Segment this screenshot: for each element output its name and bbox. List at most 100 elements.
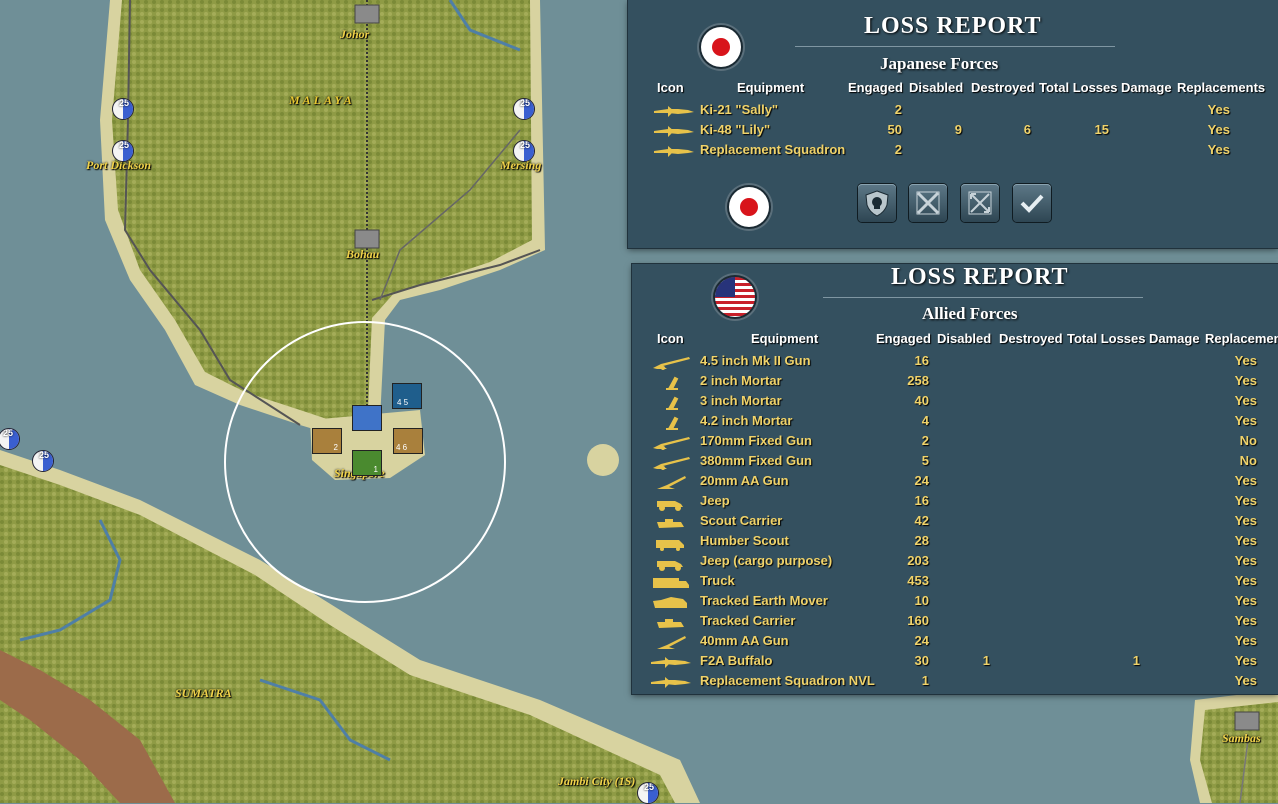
jeep-icon: [657, 501, 683, 511]
table-row[interactable]: 20mm AA Gun 24 Yes: [632, 473, 1278, 493]
table-row[interactable]: 4.2 inch Mortar 4 Yes: [632, 413, 1278, 433]
engaged-value: 40: [914, 393, 929, 408]
equipment-name: Tracked Earth Mover: [700, 593, 828, 608]
equipment-name: Replacement Squadron NVL: [700, 673, 875, 688]
col-header-damage: Damage: [1121, 80, 1172, 95]
aa-gun-icon: [657, 476, 686, 489]
table-row[interactable]: 4.5 inch Mk II Gun 16 Yes: [632, 353, 1278, 373]
equipment-name: Humber Scout: [700, 533, 789, 548]
table-row[interactable]: Tracked Earth Mover 10 Yes: [632, 593, 1278, 613]
col-header-equipment: Equipment: [737, 80, 805, 95]
unit-counter[interactable]: 2: [312, 428, 342, 454]
airfield-marker[interactable]: 25: [637, 782, 659, 804]
crossed-swords-icon: [916, 191, 940, 215]
aircraft-icon: [651, 677, 691, 688]
airfield-marker[interactable]: 25: [0, 428, 20, 450]
col-header-engaged: Engaged: [848, 80, 903, 95]
aircraft-icon: [654, 146, 694, 157]
table-row[interactable]: Jeep 16 Yes: [632, 493, 1278, 513]
airfield-marker[interactable]: 25: [513, 98, 535, 120]
table-row[interactable]: Ki-48 "Lily" 50 9 6 15 Yes: [628, 122, 1278, 142]
carrier-icon: [657, 519, 684, 528]
total-losses-value: 1: [1132, 653, 1140, 668]
unit-counter[interactable]: 4 6: [393, 428, 423, 454]
gun-icon: [653, 357, 690, 370]
crossed-arrows-icon: [968, 191, 992, 215]
table-row[interactable]: 2 inch Mortar 258 Yes: [632, 373, 1278, 393]
carrier-icon: [657, 619, 684, 628]
table-row[interactable]: 380mm Fixed Gun 5 No: [632, 453, 1278, 473]
table-row[interactable]: Truck 453 Yes: [632, 573, 1278, 593]
japanese-report-title: LOSS REPORT: [864, 13, 1042, 39]
mortar-icon: [666, 376, 679, 390]
replacements-value: Yes: [1234, 553, 1257, 568]
table-row[interactable]: Humber Scout 28 Yes: [632, 533, 1278, 553]
table-row[interactable]: Jeep (cargo purpose) 203 Yes: [632, 553, 1278, 573]
replacements-value: Yes: [1234, 393, 1257, 408]
equipment-name: Tracked Carrier: [700, 613, 796, 628]
engaged-value: 10: [914, 593, 929, 608]
destroyed-value: 6: [1023, 122, 1031, 137]
equipment-name: 3 inch Mortar: [700, 393, 782, 408]
airfield-marker[interactable]: 25: [32, 450, 54, 472]
col-header-destroyed: Destroyed: [971, 80, 1035, 95]
col-header-total-losses: Total Losses: [1039, 80, 1118, 95]
replacements-value: Yes: [1234, 613, 1257, 628]
col-header-disabled: Disabled: [937, 331, 992, 346]
airfield-marker[interactable]: 25: [112, 140, 134, 162]
unit-counter[interactable]: 1: [352, 450, 382, 476]
armored-car-icon: [656, 540, 684, 551]
table-row[interactable]: Scout Carrier 42 Yes: [632, 513, 1278, 533]
equipment-name: Jeep: [700, 493, 730, 508]
airfield-marker[interactable]: 25: [112, 98, 134, 120]
title-divider: [823, 297, 1143, 298]
col-header-total-losses: Total Losses: [1067, 331, 1146, 346]
equipment-name: Ki-21 "Sally": [700, 102, 779, 117]
allied-report-subtitle: Allied Forces: [922, 304, 1018, 323]
unit-counter[interactable]: 4 5: [392, 383, 422, 409]
equipment-name: 2 inch Mortar: [700, 373, 782, 388]
engaged-value: 24: [914, 473, 929, 488]
confirm-button[interactable]: [1013, 184, 1051, 222]
allied-report-title: LOSS REPORT: [891, 264, 1069, 290]
table-row[interactable]: Tracked Carrier 160 Yes: [632, 613, 1278, 633]
table-row[interactable]: F2A Buffalo 30 1 1 Yes: [632, 653, 1278, 673]
equipment-name: 20mm AA Gun: [700, 473, 789, 488]
table-row[interactable]: Replacement Squadron 2 Yes: [628, 142, 1278, 162]
equipment-name: Jeep (cargo purpose): [700, 553, 833, 568]
engaged-value: 30: [914, 653, 929, 668]
equipment-name: Truck: [700, 573, 735, 588]
engaged-value: 160: [907, 613, 929, 628]
table-row[interactable]: 40mm AA Gun 24 Yes: [632, 633, 1278, 653]
replacements-value: Yes: [1234, 653, 1257, 668]
replacements-value: Yes: [1234, 673, 1257, 688]
aa-gun-icon: [657, 636, 686, 649]
airfield-marker[interactable]: 25: [513, 140, 535, 162]
table-row[interactable]: 3 inch Mortar 40 Yes: [632, 393, 1278, 413]
japan-flag-icon: [729, 187, 769, 227]
movement-button[interactable]: [961, 184, 999, 222]
engaged-value: 50: [887, 122, 902, 137]
mortar-icon: [666, 396, 679, 410]
col-header-replacements: Replacemen: [1205, 331, 1278, 346]
replacements-value: Yes: [1234, 513, 1257, 528]
replacements-value: Yes: [1234, 493, 1257, 508]
engaged-value: 453: [907, 573, 929, 588]
replacements-value: Yes: [1234, 353, 1257, 368]
equipment-name: Ki-48 "Lily": [700, 122, 771, 137]
table-row[interactable]: 170mm Fixed Gun 2 No: [632, 433, 1278, 453]
table-row[interactable]: Replacement Squadron NVL 1 Yes: [632, 673, 1278, 693]
disabled-value: 9: [954, 122, 962, 137]
combat-button[interactable]: [909, 184, 947, 222]
table-row[interactable]: Ki-21 "Sally" 2 Yes: [628, 102, 1278, 122]
city-label-sambas: Sambas: [1222, 731, 1261, 745]
city-label-johor: Johor: [340, 27, 370, 41]
shield-skull-icon: [865, 190, 889, 217]
replacements-value: Yes: [1234, 573, 1257, 588]
engaged-value: 24: [914, 633, 929, 648]
tracked-icon: [653, 597, 687, 608]
replacements-value: No: [1239, 433, 1257, 448]
unit-counter[interactable]: [352, 405, 382, 431]
replacements-value: Yes: [1234, 413, 1257, 428]
casualties-button[interactable]: [858, 184, 896, 222]
